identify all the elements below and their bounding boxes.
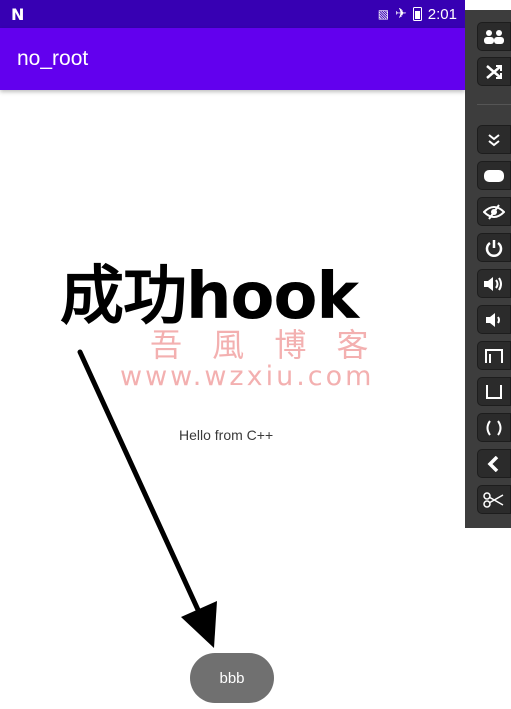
volume-up-icon[interactable] [477, 269, 511, 298]
battery-icon [412, 7, 422, 21]
phone-screen: N ▧ ✈ 2:01 no_root 吾 風 博 客 www.wzxiu.com… [0, 0, 465, 709]
no-sim-icon: ▧ [377, 7, 390, 21]
annotation-text: 成功hook [60, 260, 359, 334]
shuffle-icon[interactable] [477, 57, 511, 86]
app-title: no_root [17, 47, 89, 70]
volume-down-icon[interactable] [477, 305, 511, 334]
clock-time: 2:01 [427, 5, 457, 23]
emulator-toolbar [465, 10, 511, 528]
recents-icon[interactable] [477, 413, 511, 442]
collapse-icon[interactable] [477, 125, 511, 154]
bbb-button[interactable]: bbb [190, 653, 274, 703]
multi-display-icon[interactable] [477, 22, 511, 51]
power-icon[interactable] [477, 233, 511, 262]
notification-logo-icon: N [11, 5, 25, 24]
app-bar: no_root [0, 28, 465, 90]
eye-slash-icon[interactable] [477, 197, 511, 226]
hello-text: Hello from C++ [179, 427, 274, 443]
rotate-left-icon[interactable] [477, 341, 511, 370]
watermark-url: www.wzxiu.com [120, 361, 375, 392]
airplane-mode-icon: ✈ [395, 6, 407, 22]
back-icon[interactable] [477, 449, 511, 478]
status-icons: ▧ ✈ 2:01 [378, 4, 457, 24]
rounded-rect-icon[interactable] [477, 161, 511, 190]
home-icon[interactable] [477, 377, 511, 406]
status-bar: N ▧ ✈ 2:01 [0, 0, 465, 28]
scissors-icon[interactable] [477, 485, 511, 514]
